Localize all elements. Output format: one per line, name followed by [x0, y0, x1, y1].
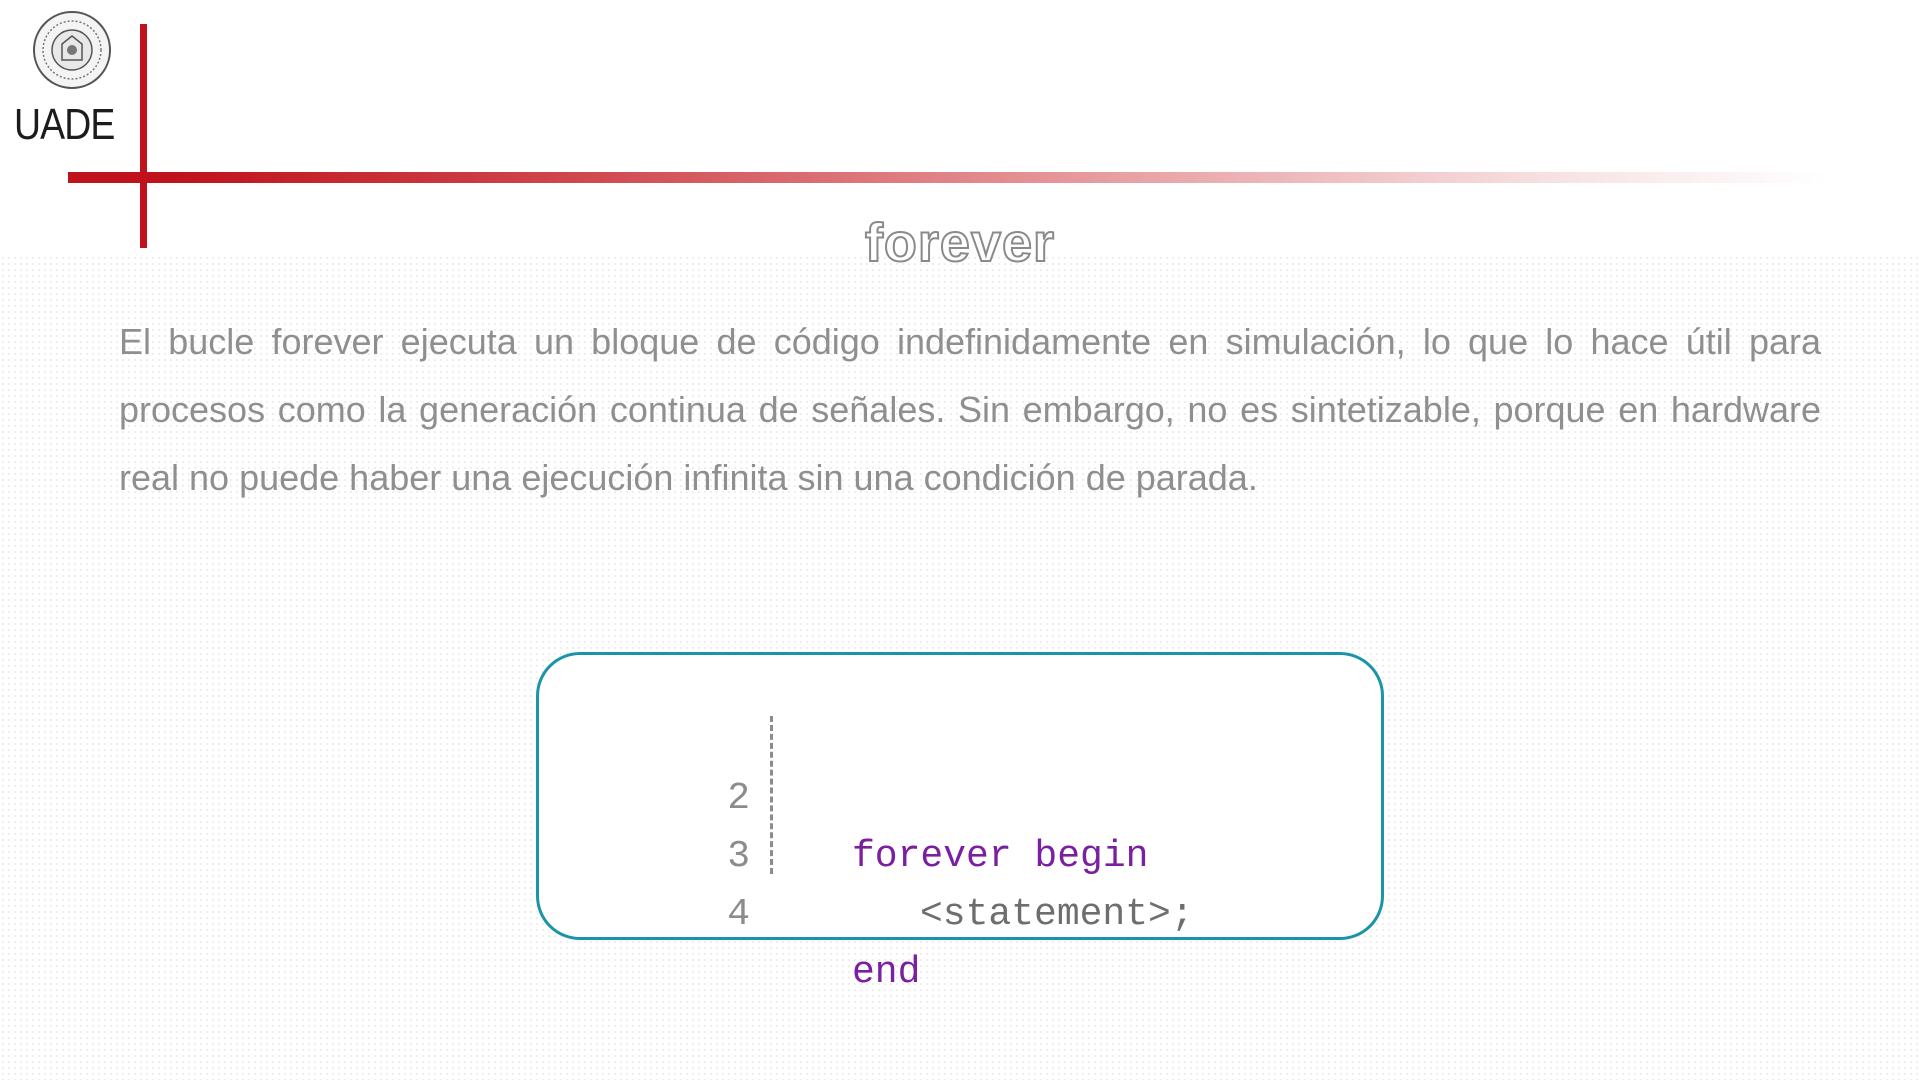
code-line: 3 <statement>;	[710, 770, 1193, 936]
horizontal-accent-line	[68, 172, 1828, 183]
uade-logo: UADE	[14, 8, 130, 149]
code-line: 4 end	[710, 828, 920, 994]
logo-text: UADE	[14, 100, 115, 149]
code-line: 2 forever begin	[710, 712, 1148, 878]
line-number: 4	[727, 893, 750, 936]
code-text: <statement>;	[920, 893, 1194, 936]
slide-paragraph: El bucle forever ejecuta un bloque de có…	[119, 321, 1821, 498]
university-seal-icon	[33, 11, 111, 89]
code-text: end	[852, 951, 921, 994]
slide-title: forever	[864, 212, 1056, 274]
code-snippet: 2 forever begin 3 <statement>; 4 end	[710, 712, 1220, 994]
code-text: forever begin	[852, 835, 1149, 878]
